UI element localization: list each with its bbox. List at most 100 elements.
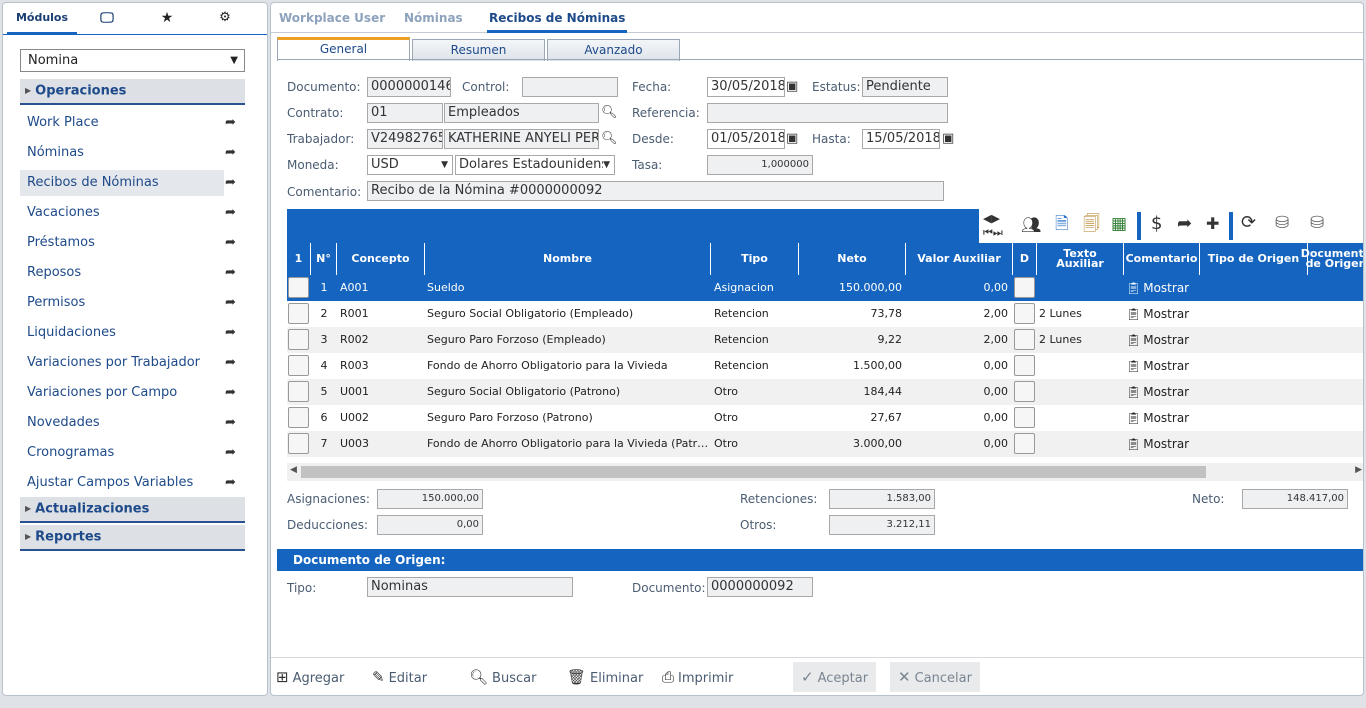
grid-header[interactable]: Neto <box>799 243 906 275</box>
grid-header[interactable]: Texto Auxiliar <box>1037 243 1124 275</box>
tab-general[interactable]: General <box>277 37 410 61</box>
share-arrow-icon[interactable]: ➦ <box>225 355 236 370</box>
table-row[interactable]: 6 U002 Seguro Paro Forzoso (Patrono) Otro 27… <box>287 405 1363 431</box>
share-arrow-icon[interactable]: ➦ <box>225 385 236 400</box>
eliminar-button[interactable]: 🗑︎ Eliminar <box>567 662 643 692</box>
editar-button[interactable]: ✎ Editar <box>372 662 427 692</box>
fecha-field[interactable]: 30/05/2018 <box>707 77 785 97</box>
grid-header[interactable]: Documento de Origen <box>1301 243 1363 275</box>
grid-header[interactable]: D <box>1013 243 1037 275</box>
trabajador-code-field[interactable]: V24982765 <box>367 129 443 149</box>
people-icon[interactable]: 👥︎ <box>1021 217 1041 233</box>
control-field[interactable] <box>522 77 618 97</box>
grid-header[interactable]: 1 <box>287 243 311 275</box>
cancelar-button[interactable]: ✕ Cancelar <box>890 662 980 692</box>
grid-header[interactable]: Concepto <box>337 243 425 275</box>
row-select-checkbox[interactable] <box>288 355 309 376</box>
row-select-checkbox[interactable] <box>288 407 309 428</box>
monitor-icon[interactable]: 🖵 <box>83 3 131 35</box>
imprimir-button[interactable]: ⎙ Imprimir <box>662 662 733 692</box>
calendar-icon[interactable]: ▣ <box>942 131 954 147</box>
search-icon[interactable]: 🔍︎ <box>601 131 618 147</box>
calculator-icon[interactable]: 🗐 <box>1083 216 1100 233</box>
share-arrow-icon[interactable]: ➦ <box>225 295 236 310</box>
nav-item-ajustar-campos[interactable]: Ajustar Campos Variables <box>20 470 224 496</box>
share-arrow-icon[interactable]: ➦ <box>225 145 236 160</box>
module-select[interactable]: Nomina ▼ <box>20 49 245 72</box>
table-row[interactable]: 3 R002 Seguro Paro Forzoso (Empleado) Reten… <box>287 327 1363 353</box>
grid-header[interactable]: Tipo <box>711 243 799 275</box>
breadcrumb-recibos[interactable]: Recibos de Nóminas <box>487 3 628 33</box>
moneda-name-select[interactable]: Dolares Estadounidens ▼ <box>455 155 615 175</box>
tab-avanzado[interactable]: Avanzado <box>547 39 680 61</box>
nav-item-prestamos[interactable]: Préstamos <box>20 230 224 256</box>
share-arrow-icon[interactable]: ➦ <box>225 475 236 490</box>
cell-comentario[interactable]: 📋︎ Mostrar <box>1126 275 1200 301</box>
scroll-left-icon[interactable]: ◀ <box>290 465 297 475</box>
row-select-checkbox[interactable] <box>288 381 309 402</box>
arrows-first-last-icon[interactable]: ⏮⏭ <box>983 225 1003 241</box>
share-arrow-icon[interactable]: ➦ <box>225 325 236 340</box>
breadcrumb-workplace[interactable]: Workplace User <box>279 3 385 33</box>
row-select-checkbox[interactable] <box>288 303 309 324</box>
nav-item-liquidaciones[interactable]: Liquidaciones <box>20 320 224 346</box>
spreadsheet-icon[interactable]: ▦ <box>1111 216 1127 233</box>
nav-item-cronogramas[interactable]: Cronogramas <box>20 440 224 466</box>
row-d-checkbox[interactable] <box>1014 433 1035 454</box>
cell-comentario[interactable]: 📋︎ Mostrar <box>1126 301 1200 327</box>
star-icon[interactable]: ★ <box>143 3 191 35</box>
contrato-code-field[interactable]: 01 <box>367 103 443 123</box>
scrollbar-thumb[interactable] <box>301 466 1206 478</box>
refresh-icon[interactable]: ⟳ <box>1241 214 1256 232</box>
table-row[interactable]: 2 R001 Seguro Social Obligatorio (Empleado… <box>287 301 1363 327</box>
table-row[interactable]: 7 U003 Fondo de Ahorro Obligatorio para la… <box>287 431 1363 457</box>
row-d-checkbox[interactable] <box>1014 355 1035 376</box>
forward-icon[interactable]: ➦ <box>1177 215 1192 233</box>
cell-comentario[interactable]: 📋︎ Mostrar <box>1126 327 1200 353</box>
aceptar-button[interactable]: ✓ Aceptar <box>793 662 877 692</box>
share-arrow-icon[interactable]: ➦ <box>225 235 236 250</box>
comentario-field[interactable]: Recibo de la Nómina #0000000092 <box>367 181 944 201</box>
row-select-checkbox[interactable] <box>288 277 309 298</box>
scroll-right-icon[interactable]: ▶ <box>1355 465 1362 475</box>
dollar-icon[interactable]: $ <box>1151 215 1162 233</box>
share-arrow-icon[interactable]: ➦ <box>225 175 236 190</box>
grid-header[interactable]: Nombre <box>425 243 711 275</box>
share-arrow-icon[interactable]: ➦ <box>225 205 236 220</box>
nav-item-work-place[interactable]: Work Place <box>20 110 224 136</box>
cell-comentario[interactable]: 📋︎ Mostrar <box>1126 353 1200 379</box>
buscar-button[interactable]: 🔍︎ Buscar <box>469 662 536 692</box>
calendar-icon[interactable]: ▣ <box>786 131 798 147</box>
table-row[interactable]: 4 R003 Fondo de Ahorro Obligatorio para la… <box>287 353 1363 379</box>
search-icon[interactable]: 🔍︎ <box>601 105 618 121</box>
grid-header[interactable]: N° <box>311 243 337 275</box>
row-select-checkbox[interactable] <box>288 433 309 454</box>
moneda-code-select[interactable]: USD ▼ <box>367 155 453 175</box>
calendar-icon[interactable]: ▣ <box>786 79 798 95</box>
nav-item-nominas[interactable]: Nóminas <box>20 140 224 166</box>
grid-header[interactable]: Tipo de Origen <box>1200 243 1308 275</box>
table-row[interactable]: 1 A001 Sueldo Asignacion 150.000,00 0,00 📋︎ Mos… <box>287 275 1363 301</box>
database-import-icon[interactable]: ⛁ <box>1275 215 1289 232</box>
share-arrow-icon[interactable]: ➦ <box>225 415 236 430</box>
row-d-checkbox[interactable] <box>1014 329 1035 350</box>
nav-item-variaciones-trabajador[interactable]: Variaciones por Trabajador <box>20 350 224 376</box>
nav-item-recibos-nominas[interactable]: Recibos de Nóminas <box>20 170 224 196</box>
section-reportes[interactable]: ▶ Reportes <box>20 525 245 551</box>
tab-modules[interactable]: Módulos <box>7 3 77 35</box>
row-d-checkbox[interactable] <box>1014 303 1035 324</box>
referencia-field[interactable] <box>707 103 948 123</box>
row-d-checkbox[interactable] <box>1014 381 1035 402</box>
breadcrumb-nominas[interactable]: Nóminas <box>404 3 463 33</box>
row-d-checkbox[interactable] <box>1014 407 1035 428</box>
share-arrow-icon[interactable]: ➦ <box>225 445 236 460</box>
nav-item-permisos[interactable]: Permisos <box>20 290 224 316</box>
share-arrow-icon[interactable]: ➦ <box>225 115 236 130</box>
agregar-button[interactable]: ⊞ Agregar <box>276 662 344 692</box>
cell-comentario[interactable]: 📋︎ Mostrar <box>1126 431 1200 457</box>
cell-comentario[interactable]: 📋︎ Mostrar <box>1126 405 1200 431</box>
tab-resumen[interactable]: Resumen <box>412 39 545 61</box>
nav-item-reposos[interactable]: Reposos <box>20 260 224 286</box>
settings-icon[interactable]: ⚙ <box>201 3 249 35</box>
documento-field[interactable]: 0000000146 <box>367 77 451 97</box>
